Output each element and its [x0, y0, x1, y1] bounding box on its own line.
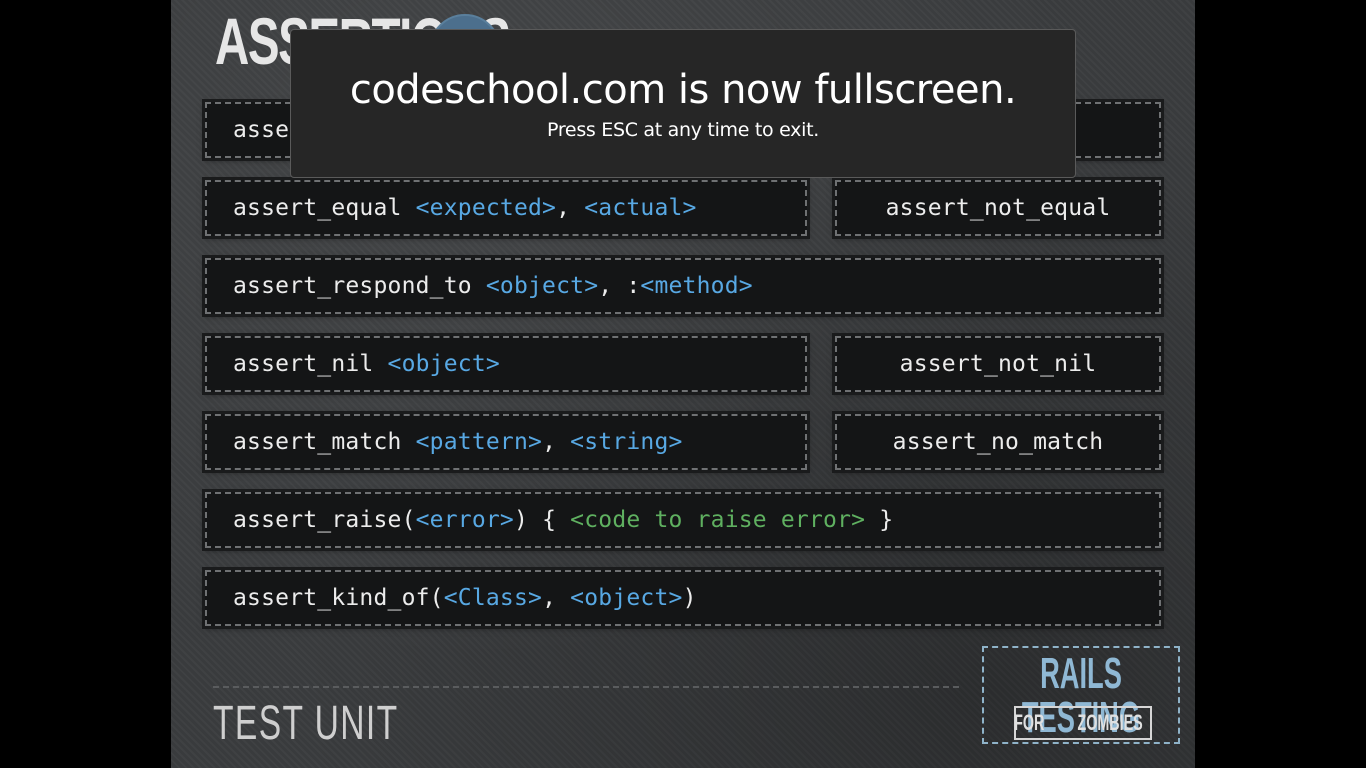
footer-divider: [213, 686, 959, 688]
assertion-code: assert_nil <object>: [233, 351, 500, 377]
fullscreen-notification: codeschool.com is now fullscreen. Press …: [290, 29, 1076, 178]
assertion-row-7: assert_kind_of(<Class>, <object>): [205, 570, 1161, 626]
logo-subtitle: FOR ZOMBIES: [1014, 706, 1152, 740]
assertion-row-3: assert_respond_to <object>, :<method>: [205, 258, 1161, 314]
assertion-row-4: assert_nil <object>: [205, 336, 807, 392]
assertion-negation: assert_not_equal: [885, 195, 1111, 221]
logo-zombies: ZOMBIES: [1077, 710, 1143, 735]
assertion-negation: assert_not_nil: [899, 351, 1097, 377]
assertion-negation: assert_no_match: [892, 429, 1104, 455]
assertion-pair-4: assert_not_nil: [835, 336, 1161, 392]
rails-testing-logo: RAILS TESTING FOR ZOMBIES: [982, 646, 1180, 744]
assertion-code: assert_equal <expected>, <actual>: [233, 195, 697, 221]
assertion-row-6: assert_raise(<error>) { <code to raise e…: [205, 492, 1161, 548]
logo-for: FOR: [1013, 710, 1044, 735]
assertion-row-5: assert_match <pattern>, <string>: [205, 414, 807, 470]
footer-label: TEST UNIT: [213, 697, 399, 750]
assertion-pair-5: assert_no_match: [835, 414, 1161, 470]
assertion-code: assert_match <pattern>, <string>: [233, 429, 683, 455]
assertion-code: assert_raise(<error>) { <code to raise e…: [233, 507, 894, 533]
assertion-row-2: assert_equal <expected>, <actual>: [205, 180, 807, 236]
assertion-code: assert_kind_of(<Class>, <object>): [233, 585, 697, 611]
assertion-pair-2: assert_not_equal: [835, 180, 1161, 236]
assertion-code: asse: [233, 117, 290, 143]
fullscreen-message: codeschool.com is now fullscreen.: [349, 67, 1017, 113]
assertion-code: assert_respond_to <object>, :<method>: [233, 273, 753, 299]
fullscreen-exit-hint: Press ESC at any time to exit.: [547, 119, 819, 141]
